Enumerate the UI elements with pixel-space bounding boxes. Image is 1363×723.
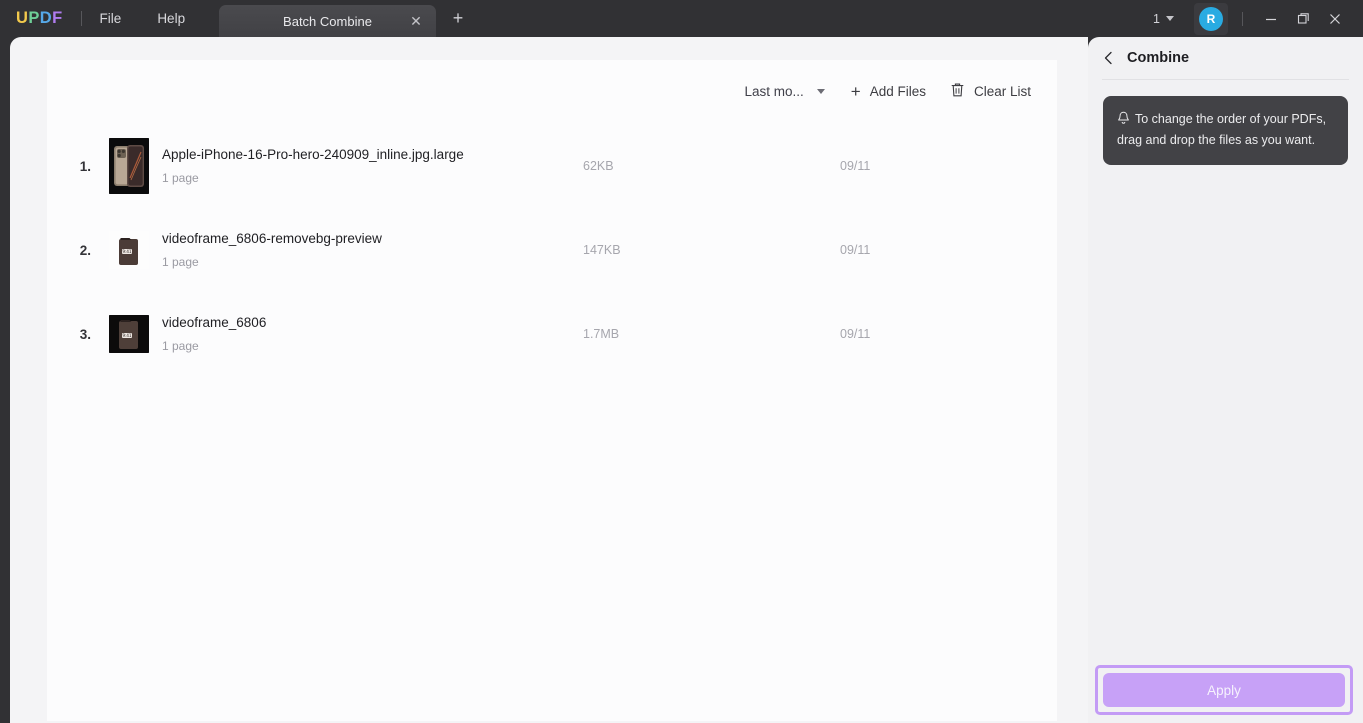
bell-icon [1117, 111, 1130, 131]
chevron-down-icon [817, 89, 825, 94]
sort-label: Last mo... [744, 84, 803, 99]
close-icon[interactable]: ✕ [408, 13, 424, 29]
apply-button[interactable]: Apply [1103, 673, 1345, 707]
file-date: 09/11 [840, 243, 870, 257]
logo-letter-f: F [52, 9, 62, 28]
file-date: 09/11 [840, 327, 870, 341]
table-row[interactable]: 1. [47, 124, 1057, 208]
file-size: 147KB [583, 243, 621, 257]
table-row[interactable]: 3. 9:41 videoframe_6806 1 page [47, 292, 1057, 376]
file-size: 1.7MB [583, 327, 619, 341]
title-bar: U P D F File Help Batch Combine ✕ + 1 R [0, 0, 1363, 37]
plus-icon: + [851, 85, 861, 98]
row-index: 2. [47, 243, 109, 258]
tip-text: To change the order of your PDFs, drag a… [1117, 112, 1326, 147]
apply-button-highlight: Apply [1095, 665, 1353, 715]
clear-list-label: Clear List [974, 84, 1031, 99]
chevron-left-icon[interactable] [1100, 50, 1116, 66]
main-content: Last mo... + Add Files [10, 37, 1088, 723]
logo-letter-d: D [40, 9, 52, 28]
file-pages: 1 page [162, 255, 1057, 269]
logo-letter-p: P [28, 9, 39, 28]
trash-icon [950, 82, 965, 101]
combine-sidebar: Combine To change the order of your PDFs… [1088, 37, 1363, 723]
table-row[interactable]: 2. 9:41 videoframe_6806-removebg-preview… [47, 208, 1057, 292]
chevron-down-icon [1166, 16, 1174, 21]
file-pages: 1 page [162, 339, 1057, 353]
updf-logo: U P D F [16, 9, 63, 28]
avatar-initial: R [1199, 7, 1223, 31]
file-rows: 1. [47, 124, 1057, 376]
tab-batch-combine[interactable]: Batch Combine ✕ [219, 5, 436, 37]
file-thumbnail: 9:41 [109, 315, 149, 353]
row-index: 3. [47, 327, 109, 342]
clear-list-button[interactable]: Clear List [938, 77, 1043, 106]
file-date: 09/11 [840, 159, 870, 173]
file-size: 62KB [583, 159, 614, 173]
window-close-icon[interactable] [1319, 0, 1351, 37]
page-count-value: 1 [1153, 12, 1160, 26]
page-title: Combine [1127, 50, 1189, 66]
menu-help[interactable]: Help [139, 0, 203, 37]
sidebar-header: Combine [1088, 37, 1363, 79]
controls-divider [1242, 12, 1243, 26]
add-files-label: Add Files [870, 84, 926, 99]
page-count-dropdown[interactable]: 1 [1147, 12, 1180, 26]
file-pages: 1 page [162, 171, 1057, 185]
menu-file[interactable]: File [82, 0, 140, 37]
tip-banner: To change the order of your PDFs, drag a… [1103, 96, 1348, 165]
plus-icon[interactable]: + [448, 9, 468, 29]
add-files-button[interactable]: + Add Files [839, 79, 938, 104]
svg-text:9:41: 9:41 [123, 333, 132, 338]
file-list-card: Last mo... + Add Files [47, 60, 1057, 721]
logo-letter-u: U [16, 9, 28, 28]
svg-text:9:41: 9:41 [123, 249, 132, 254]
window-controls-group: 1 R [1147, 0, 1363, 37]
restore-icon[interactable] [1287, 0, 1319, 37]
avatar[interactable]: R [1194, 3, 1228, 35]
sort-dropdown[interactable]: Last mo... [732, 79, 838, 104]
file-thumbnail: 9:41 [109, 231, 149, 269]
minimize-icon[interactable] [1255, 0, 1287, 37]
row-index: 1. [47, 159, 109, 174]
file-thumbnail [109, 138, 149, 194]
list-toolbar: Last mo... + Add Files [732, 77, 1043, 106]
sidebar-divider [1102, 79, 1349, 80]
updf-window: U P D F File Help Batch Combine ✕ + 1 R [0, 0, 1363, 723]
tab-label: Batch Combine [219, 14, 436, 29]
